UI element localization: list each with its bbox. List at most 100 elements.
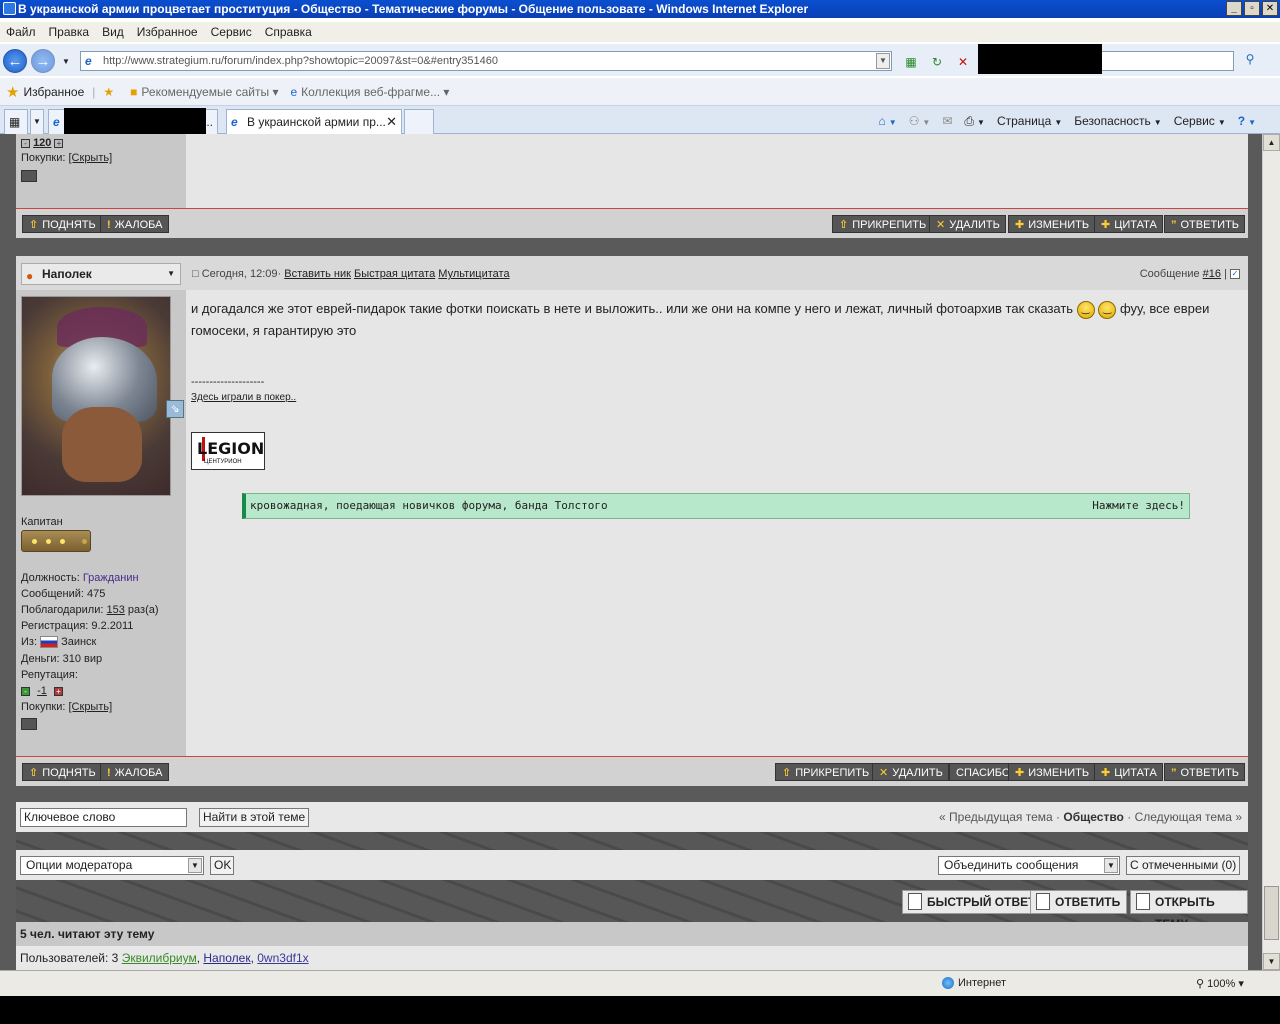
delete-button[interactable]: ✕ УДАЛИТЬ — [929, 215, 1006, 233]
purchases-link[interactable]: [Скрыть] — [69, 701, 113, 713]
help-icon[interactable]: ? ▼ — [1238, 114, 1256, 128]
rep-minus-icon[interactable]: - — [21, 686, 30, 696]
url-dropdown-icon[interactable]: ▼ — [876, 53, 890, 69]
edit-button[interactable]: ✚ ИЗМЕНИТЬ — [1008, 763, 1096, 781]
merge-select[interactable]: Объединить сообщения ▼ — [938, 856, 1120, 875]
reply-button[interactable]: ” ОТВЕТИТЬ — [1164, 763, 1246, 781]
signature-link[interactable]: Здесь играли в покер.. — [191, 392, 296, 403]
page-menu[interactable]: Страница ▼ — [997, 114, 1062, 128]
close-button[interactable]: ✕ — [1262, 1, 1278, 16]
print-icon[interactable]: ⎙ ▼ — [964, 114, 985, 129]
url-input[interactable]: e http://www.strategium.ru/forum/index.p… — [80, 51, 892, 71]
report-button[interactable]: ! ЖАЛОБА — [100, 763, 169, 781]
post-number-link[interactable]: #16 — [1203, 268, 1221, 280]
tab-current[interactable]: e В украинской армии пр... ✕ — [226, 109, 402, 134]
search-icon[interactable]: ⚲ — [1240, 52, 1260, 70]
new-tab-button[interactable] — [404, 109, 434, 134]
thanks-button[interactable]: СПАСИБО — [949, 763, 1017, 781]
tab-close-icon[interactable]: ✕ — [386, 110, 397, 134]
menu-file[interactable]: Файл — [6, 25, 36, 39]
multiquote-link[interactable]: Мультицитата — [438, 268, 509, 280]
pin-button[interactable]: ⇧ ПРИКРЕПИТЬ — [832, 215, 933, 233]
document-icon — [908, 893, 922, 910]
tab-list-dropdown[interactable]: ▼ — [30, 109, 44, 134]
raise-button[interactable]: ⇧ ПОДНЯТЬ — [22, 215, 102, 233]
find-in-topic-button[interactable]: Найти в этой теме — [199, 808, 310, 827]
quote-button[interactable]: ✚ ЦИТАТА — [1094, 763, 1163, 781]
add-favorite-icon[interactable]: ★ — [103, 85, 118, 99]
reader-link[interactable]: Наполек — [203, 951, 250, 965]
user-position: Должность: Гражданин — [21, 572, 139, 584]
legion-logo[interactable]: LEGION ЦЕНТУРИОН — [191, 432, 265, 470]
banner-click-link[interactable]: Нажмите здесь! — [1092, 494, 1185, 518]
quick-tabs-button[interactable]: ▦ — [4, 109, 28, 134]
menu-view[interactable]: Вид — [102, 25, 124, 39]
rep-plus-icon[interactable]: + — [54, 138, 64, 148]
zoom-level[interactable]: ⚲ 100% ▾ — [1196, 977, 1244, 990]
raise-button[interactable]: ⇧ ПОДНЯТЬ — [22, 763, 102, 781]
redaction — [0, 996, 1280, 1024]
back-button[interactable]: ← — [3, 49, 27, 73]
menu-favorites[interactable]: Избранное — [137, 25, 198, 39]
history-dropdown-icon[interactable]: ▼ — [57, 53, 75, 71]
moderator-ok-button[interactable]: OK — [210, 856, 234, 875]
selected-action-button[interactable]: С отмеченными (0) — [1126, 856, 1241, 875]
post-user-info: ⇘ Капитан Должность: Гражданин Сообщений… — [16, 290, 186, 756]
suggested-sites[interactable]: ■ Рекомендуемые сайты ▾ — [130, 85, 278, 99]
quick-reply-button[interactable]: БЫСТРЫЙ ОТВЕТ — [902, 890, 1043, 914]
pin-button[interactable]: ⇧ ПРИКРЕПИТЬ — [775, 763, 876, 781]
moderator-options-select[interactable]: Опции модератора ▼ — [20, 856, 204, 875]
web-slice-gallery[interactable]: e Коллекция веб-фрагме... ▾ — [290, 85, 449, 99]
edit-button[interactable]: ✚ ИЗМЕНИТЬ — [1008, 215, 1096, 233]
scroll-down-icon[interactable]: ▼ — [1263, 953, 1280, 970]
feeds-icon[interactable]: ⚇ ▼ — [909, 114, 931, 128]
reader-link[interactable]: Эквилибриум — [122, 951, 197, 965]
insert-nick-link[interactable]: Вставить ник — [284, 268, 351, 280]
prev-purchases-link[interactable]: [Скрыть] — [69, 152, 113, 164]
reputation-value[interactable]: -1 — [37, 685, 47, 697]
vertical-scrollbar[interactable]: ▲ ▼ — [1262, 134, 1280, 970]
scroll-thumb[interactable] — [1264, 886, 1279, 940]
menu-help[interactable]: Справка — [265, 25, 312, 39]
menu-edit[interactable]: Правка — [49, 25, 90, 39]
forum-link[interactable]: Общество — [1063, 810, 1124, 824]
menu-tools[interactable]: Сервис — [211, 25, 252, 39]
safety-menu[interactable]: Безопасность ▼ — [1074, 114, 1161, 128]
report-button[interactable]: ! ЖАЛОБА — [100, 215, 169, 233]
thanks-link[interactable]: 153 — [107, 604, 125, 616]
scroll-up-icon[interactable]: ▲ — [1263, 134, 1280, 151]
minimize-button[interactable]: _ — [1226, 1, 1242, 16]
stop-icon[interactable]: ✕ — [954, 53, 972, 71]
rep-plus-icon[interactable]: + — [53, 686, 63, 696]
tab-bar: ▦ ▼ e ... e В украинской армии пр... ✕ ⌂… — [0, 106, 1280, 134]
new-topic-button[interactable]: ОТКРЫТЬ ТЕМУ — [1130, 890, 1248, 931]
rep-minus-icon[interactable]: - — [21, 138, 30, 148]
favorites-button[interactable]: Избранное — [23, 85, 84, 99]
reply-button[interactable]: ” ОТВЕТИТЬ — [1164, 215, 1246, 233]
quick-quote-link[interactable]: Быстрая цитата — [354, 268, 435, 280]
refresh-icon[interactable]: ↻ — [928, 53, 946, 71]
next-topic-link[interactable]: Следующая тема » — [1135, 810, 1242, 824]
post-select-checkbox[interactable]: ✓ — [1230, 269, 1240, 280]
mail-icon[interactable]: ✉ — [942, 114, 952, 128]
clan-banner[interactable]: кровожадная, поедающая новичков форума, … — [242, 493, 1190, 519]
reader-link[interactable]: 0wn3df1x — [257, 951, 308, 965]
prev-purchases: Покупки: [Скрыть] — [21, 152, 113, 164]
author-menu[interactable]: ● Наполек ▼ — [21, 263, 181, 285]
tools-menu[interactable]: Сервис ▼ — [1174, 114, 1226, 128]
forward-button[interactable]: → — [31, 49, 55, 73]
home-icon[interactable]: ⌂ ▼ — [878, 114, 896, 128]
quote-button[interactable]: ✚ ЦИТАТА — [1094, 215, 1163, 233]
user-messages: Сообщений: 475 — [21, 588, 106, 600]
post-text: и догадался же этот еврей-пидарок такие … — [191, 300, 1210, 338]
prev-rep-value[interactable]: 120 — [33, 137, 51, 149]
restore-button[interactable]: ▫ — [1244, 1, 1260, 16]
prev-topic-link[interactable]: « Предыдущая тема — [939, 810, 1053, 824]
delete-button[interactable]: ✕ УДАЛИТЬ — [872, 763, 949, 781]
redaction — [64, 108, 206, 134]
expand-avatar-icon[interactable]: ⇘ — [166, 400, 184, 418]
window-titlebar: В украинской армии процветает проституци… — [0, 0, 1280, 18]
keyword-input[interactable]: Ключевое слово — [20, 808, 187, 827]
add-reply-button[interactable]: ОТВЕТИТЬ — [1030, 890, 1128, 914]
compatibility-icon[interactable]: ▦ — [902, 53, 920, 71]
